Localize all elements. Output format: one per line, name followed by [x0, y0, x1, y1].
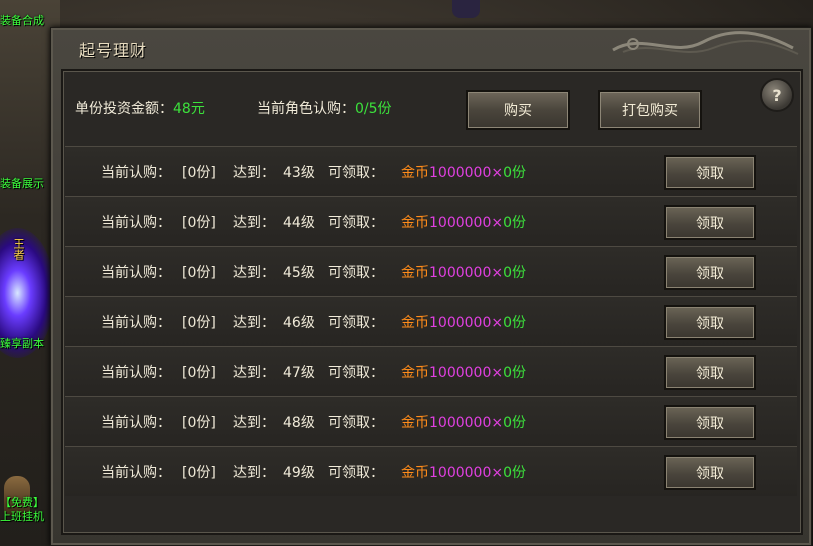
reward-count: 0份	[503, 465, 527, 481]
reach-label: 达到：	[233, 165, 275, 181]
level-value: 44级	[283, 215, 315, 231]
current-subscription-label: 当前认购：	[101, 165, 171, 181]
claimable-label: 可领取：	[328, 465, 384, 481]
level-value: 47级	[283, 365, 315, 381]
reward-amount: 1000000×	[429, 415, 504, 431]
reward-row: 当前认购： [0份] 达到： 45级 可领取： 金币1000000×0份 领取	[65, 246, 797, 296]
window-title: 起号理财	[79, 41, 148, 60]
side-link-dungeon[interactable]: 臻享副本	[0, 335, 44, 351]
reward-value: 金币1000000×0份	[401, 462, 526, 482]
claimable-label: 可领取：	[328, 215, 384, 231]
reward-value: 金币1000000×0份	[401, 162, 526, 182]
reward-currency: 金币	[401, 215, 429, 231]
reward-row: 当前认购： [0份] 达到： 47级 可领取： 金币1000000×0份 领取	[65, 346, 797, 396]
reward-amount: 1000000×	[429, 165, 504, 181]
reward-row: 当前认购： [0份] 达到： 48级 可领取： 金币1000000×0份 领取	[65, 396, 797, 446]
reach-label: 达到：	[233, 265, 275, 281]
finance-window: 起号理财 ? 单份投资金额：48元 当前角色认购：0/5份 购买 打包购买 当前…	[50, 27, 812, 546]
unit-price-value: 48元	[173, 101, 205, 117]
current-subscription-label: 当前认购：	[101, 465, 171, 481]
reward-amount: 1000000×	[429, 365, 504, 381]
claim-button[interactable]: 领取	[664, 305, 756, 340]
subscribed-label: 当前角色认购：	[257, 101, 355, 117]
subscribed-value: 0/5份	[355, 101, 392, 117]
reward-amount: 1000000×	[429, 215, 504, 231]
bundle-buy-button[interactable]: 打包购买	[598, 90, 702, 130]
reward-count: 0份	[503, 365, 527, 381]
claimable-label: 可领取：	[328, 415, 384, 431]
help-icon: ?	[772, 85, 782, 105]
dragon-ornament-icon	[612, 31, 799, 55]
current-subscription-value: [0份]	[182, 165, 216, 181]
reward-count: 0份	[503, 315, 527, 331]
reward-amount: 1000000×	[429, 465, 504, 481]
current-subscription-value: [0份]	[182, 415, 216, 431]
side-label-king: 王者	[12, 238, 25, 260]
claim-button[interactable]: 领取	[664, 455, 756, 490]
reward-currency: 金币	[401, 265, 429, 281]
claimable-label: 可领取：	[328, 265, 384, 281]
claim-button[interactable]: 领取	[664, 405, 756, 440]
reward-amount: 1000000×	[429, 315, 504, 331]
buy-button[interactable]: 购买	[466, 90, 570, 130]
claim-button[interactable]: 领取	[664, 355, 756, 390]
reward-currency: 金币	[401, 315, 429, 331]
reward-list: 当前认购： [0份] 达到： 43级 可领取： 金币1000000×0份 领取 …	[65, 142, 797, 510]
reward-row: 当前认购： [0份] 达到： 46级 可领取： 金币1000000×0份 领取	[65, 296, 797, 346]
level-value: 49级	[283, 465, 315, 481]
reward-currency: 金币	[401, 415, 429, 431]
current-subscription-label: 当前认购：	[101, 215, 171, 231]
current-subscription-label: 当前认购：	[101, 365, 171, 381]
level-value: 48级	[283, 415, 315, 431]
reward-count: 0份	[503, 215, 527, 231]
reach-label: 达到：	[233, 465, 275, 481]
claimable-label: 可领取：	[328, 365, 384, 381]
reward-count: 0份	[503, 265, 527, 281]
help-button[interactable]: ?	[760, 78, 794, 112]
level-value: 43级	[283, 165, 315, 181]
reward-value: 金币1000000×0份	[401, 262, 526, 282]
current-subscription-value: [0份]	[182, 315, 216, 331]
reward-currency: 金币	[401, 365, 429, 381]
reward-value: 金币1000000×0份	[401, 412, 526, 432]
claimable-label: 可领取：	[328, 165, 384, 181]
current-subscription-value: [0份]	[182, 265, 216, 281]
current-subscription-value: [0份]	[182, 365, 216, 381]
unit-price-info: 单份投资金额：48元	[75, 98, 205, 118]
claimable-label: 可领取：	[328, 315, 384, 331]
current-subscription-value: [0份]	[182, 215, 216, 231]
reward-currency: 金币	[401, 165, 429, 181]
level-value: 46级	[283, 315, 315, 331]
unit-price-label: 单份投资金额：	[75, 101, 173, 117]
reward-amount: 1000000×	[429, 265, 504, 281]
reach-label: 达到：	[233, 315, 275, 331]
subscription-info: 当前角色认购：0/5份	[257, 98, 392, 118]
reward-row: 当前认购： [0份] 达到： 49级 可领取： 金币1000000×0份 领取	[65, 446, 797, 496]
reward-currency: 金币	[401, 465, 429, 481]
reward-value: 金币1000000×0份	[401, 362, 526, 382]
character-sprite	[452, 0, 480, 18]
reward-row: 当前认购： [0份] 达到： 44级 可领取： 金币1000000×0份 领取	[65, 196, 797, 246]
reward-value: 金币1000000×0份	[401, 212, 526, 232]
reach-label: 达到：	[233, 365, 275, 381]
side-link-equipment-display[interactable]: 装备展示	[0, 175, 44, 191]
claim-button[interactable]: 领取	[664, 255, 756, 290]
reach-label: 达到：	[233, 415, 275, 431]
reward-value: 金币1000000×0份	[401, 312, 526, 332]
reward-count: 0份	[503, 165, 527, 181]
claim-button[interactable]: 领取	[664, 205, 756, 240]
current-subscription-label: 当前认购：	[101, 315, 171, 331]
side-link-equipment-synthesis[interactable]: 装备合成	[0, 12, 44, 28]
current-subscription-value: [0份]	[182, 465, 216, 481]
reward-row: 当前认购： [0份] 达到： 43级 可领取： 金币1000000×0份 领取	[65, 146, 797, 196]
side-link-afk[interactable]: 上班挂机	[0, 508, 44, 524]
current-subscription-label: 当前认购：	[101, 415, 171, 431]
reach-label: 达到：	[233, 215, 275, 231]
reward-count: 0份	[503, 415, 527, 431]
level-value: 45级	[283, 265, 315, 281]
claim-button[interactable]: 领取	[664, 155, 756, 190]
current-subscription-label: 当前认购：	[101, 265, 171, 281]
